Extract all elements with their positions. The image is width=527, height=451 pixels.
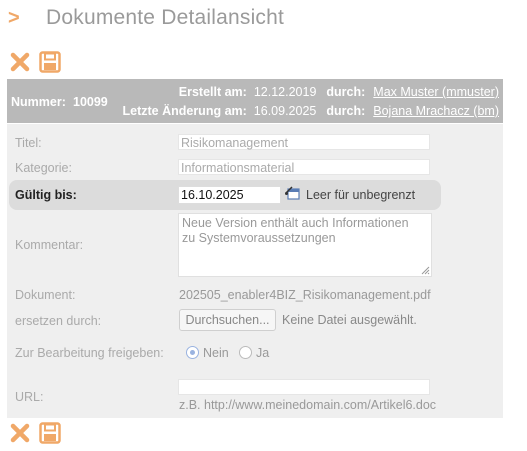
created-by-link[interactable]: Max Muster (mmuster)	[373, 85, 499, 99]
page-header: > Dokumente Detailansicht	[8, 4, 284, 32]
title-input[interactable]: Risikomanagement	[178, 134, 430, 150]
created-date: 12.12.2019	[253, 85, 317, 99]
valid-until-input[interactable]: 16.10.2025	[178, 186, 281, 204]
arrow-icon: >	[8, 6, 20, 29]
release-yes-label: Ja	[256, 346, 270, 360]
resize-handle-icon[interactable]	[420, 265, 430, 275]
valid-until-hint: Leer für unbegrenzt	[306, 188, 416, 202]
document-form: Titel: Risikomanagement Kategorie: Infor…	[7, 124, 503, 418]
created-info: Erstellt am: 12.12.2019 durch: Max Muste…	[179, 85, 499, 99]
document-filename: 202505_enabler4BIZ_Risikomanagement.pdf	[179, 288, 431, 302]
floppy-disk-icon	[39, 51, 61, 73]
url-hint: z.B. http://www.meinedomain.com/Artikel6…	[179, 398, 437, 412]
delete-button[interactable]	[8, 421, 32, 445]
release-no-radio[interactable]	[186, 346, 199, 359]
save-button[interactable]	[38, 421, 62, 445]
url-input[interactable]	[178, 379, 430, 395]
number-value: 10099	[73, 95, 108, 109]
browse-button[interactable]: Durchsuchen...	[179, 309, 276, 331]
release-no-label: Nein	[203, 346, 229, 360]
valid-until-label: Gültig bis:	[15, 188, 77, 202]
no-file-text: Keine Datei ausgewählt.	[282, 313, 417, 327]
comment-line: Neue Version enthält auch Informationen	[182, 216, 409, 230]
created-by-label: durch:	[326, 85, 366, 99]
modified-label: Letzte Änderung am:	[122, 104, 247, 118]
modified-date: 16.09.2025	[253, 104, 317, 118]
comment-textarea[interactable]: Neue Version enthält auch Informationen …	[178, 213, 432, 277]
delete-button[interactable]	[8, 50, 32, 74]
title-label: Titel:	[15, 136, 42, 150]
created-label: Erstellt am:	[178, 85, 247, 99]
release-label: Zur Bearbeitung freigeben:	[15, 346, 164, 360]
calendar-icon[interactable]	[284, 184, 302, 202]
close-x-icon	[10, 52, 30, 72]
save-button[interactable]	[38, 50, 62, 74]
number-label: Nummer:	[11, 95, 66, 109]
modified-by-link[interactable]: Bojana Mrachacz (bm)	[373, 104, 499, 118]
document-label: Dokument:	[15, 288, 76, 302]
floppy-disk-icon	[39, 422, 61, 444]
url-label: URL:	[15, 390, 44, 404]
close-x-icon	[10, 423, 30, 443]
page-title: Dokumente Detailansicht	[46, 6, 285, 29]
toolbar-bottom	[8, 421, 62, 445]
category-label: Kategorie:	[15, 161, 72, 175]
comment-line: zu Systemvoraussetzungen	[182, 231, 336, 245]
category-input[interactable]: Informationsmaterial	[178, 159, 430, 175]
replace-label: ersetzen durch:	[15, 314, 102, 328]
modified-info: Letzte Änderung am: 16.09.2025 durch: Bo…	[122, 104, 499, 118]
comment-label: Kommentar:	[15, 238, 84, 252]
modified-by-label: durch:	[326, 104, 366, 118]
toolbar-top	[8, 50, 62, 74]
release-yes-radio[interactable]	[239, 346, 252, 359]
document-meta-bar: Nummer: 10099 Erstellt am: 12.12.2019 du…	[7, 79, 503, 123]
